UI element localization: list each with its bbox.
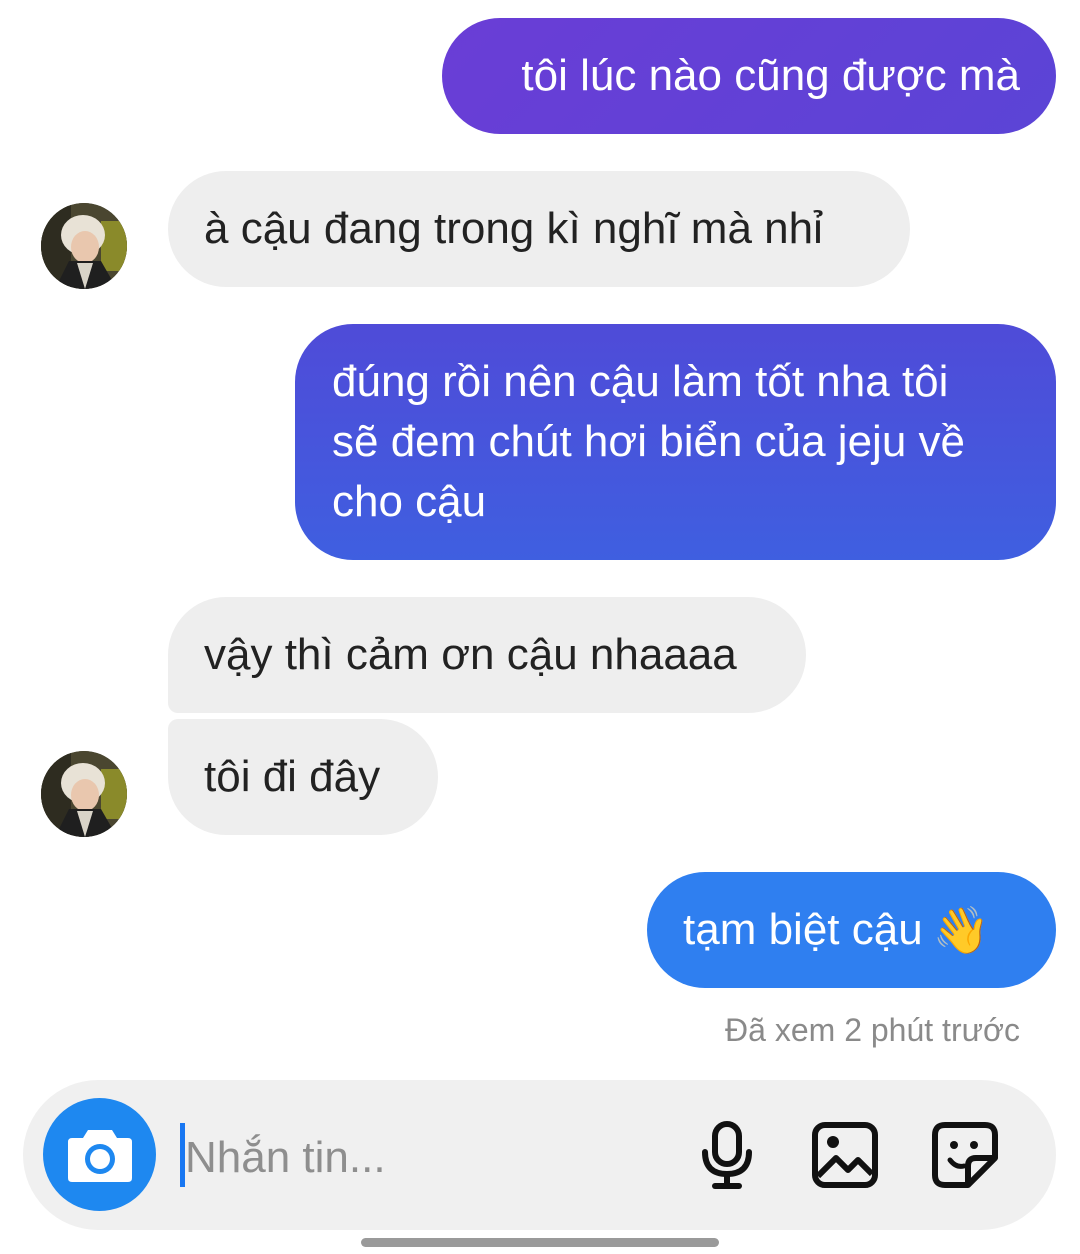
waving-hand-emoji: 👋	[932, 904, 990, 956]
avatar-photo	[41, 203, 127, 289]
message-input[interactable]	[185, 1128, 665, 1188]
sticker-icon[interactable]	[930, 1120, 1000, 1190]
message-bubble-outgoing[interactable]: tạm biệt cậu 👋	[647, 872, 1056, 988]
message-bubble-outgoing[interactable]: tôi lúc nào cũng được mà	[442, 18, 1056, 134]
message-text: tôi đi đây	[204, 752, 381, 801]
camera-icon	[68, 1130, 132, 1182]
message-text: tôi lúc nào cũng được mà	[521, 51, 1020, 100]
message-text: vậy thì cảm ơn cậu nhaaaa	[204, 630, 737, 679]
message-bubble-incoming[interactable]: vậy thì cảm ơn cậu nhaaaa	[168, 597, 806, 713]
message-text-line: đúng rồi nên cậu làm tốt nha tôi	[332, 357, 949, 406]
gallery-icon[interactable]	[810, 1120, 880, 1190]
message-bubble-incoming[interactable]: tôi đi đây	[168, 719, 438, 835]
contact-avatar[interactable]	[41, 751, 127, 837]
message-text: à cậu đang trong kì nghĩ mà nhỉ	[204, 204, 823, 253]
avatar-photo	[41, 751, 127, 837]
home-indicator[interactable]	[361, 1238, 719, 1247]
message-text-line: sẽ đem chút hơi biển của jeju về	[332, 417, 965, 466]
camera-button[interactable]	[43, 1098, 156, 1211]
message-bubble-outgoing[interactable]: đúng rồi nên cậu làm tốt nha tôi sẽ đem …	[295, 324, 1056, 560]
message-text-line: cho cậu	[332, 477, 487, 526]
seen-status: Đã xem 2 phút trước	[725, 1012, 1020, 1048]
message-text: tạm biệt cậu	[683, 905, 923, 954]
contact-avatar[interactable]	[41, 203, 127, 289]
message-bubble-incoming[interactable]: à cậu đang trong kì nghĩ mà nhỉ	[168, 171, 910, 287]
microphone-icon[interactable]	[697, 1120, 757, 1190]
